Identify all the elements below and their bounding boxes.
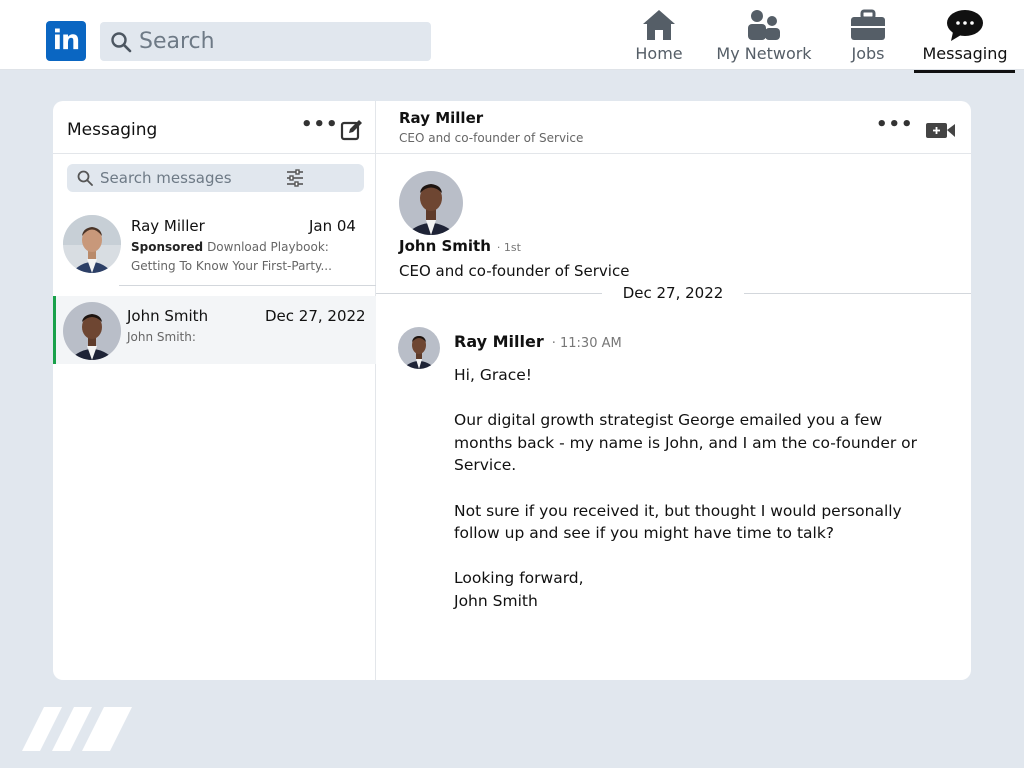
conversation-list-panel: Messaging ••• Search messages Ray Miller… [53,101,376,680]
message-paragraph: Hi, Grace! [454,366,532,384]
connection-degree: · 1st [496,241,521,254]
message-search-placeholder: Search messages [100,169,232,187]
date-divider-line [744,293,971,294]
conversation-list-header: Messaging ••• [53,101,376,154]
conversation-name: John Smith [127,307,209,325]
conversation-snippet: Sponsored Download Playbook: Getting To K… [131,238,366,276]
profile-name[interactable]: John Smith · 1st [399,237,521,255]
profile-title: CEO and co-founder of Service [399,262,630,280]
more-options-icon[interactable]: ••• [301,114,339,135]
message-paragraph: Our digital growth strategist George ema… [454,411,918,475]
active-nav-indicator [914,70,1015,73]
linkedin-logo[interactable]: in [46,21,86,61]
filter-sliders-icon[interactable] [286,169,304,187]
thread-more-options-icon[interactable]: ••• [876,114,914,135]
conversation-item-john-smith[interactable]: John Smith Dec 27, 2022 John Smith: [53,296,376,364]
nav-my-network[interactable]: My Network [716,8,812,70]
video-call-icon[interactable] [926,120,956,140]
conversation-item-ray-miller[interactable]: Ray Miller Jan 04 Sponsored Download Play… [53,205,376,285]
search-placeholder: Search [139,29,215,54]
nav-jobs-label: Jobs [851,44,885,63]
chat-bubble-icon [947,10,983,41]
briefcase-icon [851,9,885,40]
avatar [63,215,121,273]
messaging-title: Messaging [67,120,158,140]
thread-contact-subtitle: CEO and co-founder of Service [399,131,584,145]
message-sender-avatar[interactable] [398,327,440,369]
people-icon [748,10,780,40]
message-time: · 11:30 AM [551,336,622,351]
search-icon [77,170,93,186]
top-navigation-bar: in Search Home My Network Jobs Messaging [0,0,1024,70]
thread-header: Ray Miller CEO and co-founder of Service… [376,101,971,154]
message-paragraph: Looking forward, John Smith [454,569,584,610]
thread-contact-name[interactable]: Ray Miller [399,109,483,127]
compose-icon[interactable] [340,118,364,142]
message-sender: Ray Miller · 11:30 AM [454,332,622,351]
global-search-input[interactable]: Search [100,22,431,61]
messaging-panel: Messaging ••• Search messages Ray Miller… [53,101,971,680]
nav-home-label: Home [635,44,683,63]
message-sender-name[interactable]: Ray Miller [454,332,544,351]
profile-name-text: John Smith [399,237,491,255]
brand-stripes-logo [22,707,132,751]
profile-avatar[interactable] [399,171,463,235]
nav-my-network-label: My Network [716,44,812,63]
conversation-snippet: John Smith: [127,330,196,344]
date-divider-line [376,293,602,294]
message-body: Hi, Grace! Our digital growth strategist… [454,364,934,635]
nav-home[interactable]: Home [628,8,690,70]
message-search-input[interactable]: Search messages [67,164,364,192]
nav-messaging[interactable]: Messaging [918,8,1012,70]
conversation-separator [119,285,376,286]
message-paragraph: Not sure if you received it, but thought… [454,501,902,543]
home-icon [643,10,675,40]
nav-jobs[interactable]: Jobs [838,8,898,70]
active-conversation-indicator [53,296,56,364]
conversation-date: Dec 27, 2022 [265,307,366,325]
date-divider: Dec 27, 2022 [602,284,744,302]
conversation-name: Ray Miller [131,217,205,235]
nav-messaging-label: Messaging [922,44,1008,63]
sponsored-label: Sponsored [131,240,204,254]
search-icon [111,32,132,53]
conversation-date: Jan 04 [309,217,356,235]
avatar [63,302,121,360]
